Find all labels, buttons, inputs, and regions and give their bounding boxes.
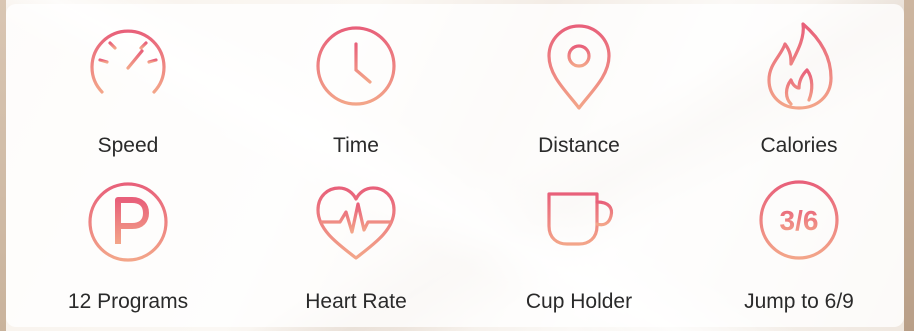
features-grid: Speed Time Distance Calories 12 Programs… xyxy=(16,12,904,322)
feature-label-time: Time xyxy=(333,134,379,157)
jump-badge-text: 3/6 xyxy=(780,205,819,236)
page: Speed Time Distance Calories 12 Programs… xyxy=(0,0,914,331)
feature-label-distance: Distance xyxy=(538,134,620,157)
feature-calories: Calories xyxy=(699,18,899,168)
feature-time: Time xyxy=(256,18,456,168)
feature-jump: 3/6 Jump to 6/9 xyxy=(699,174,899,324)
feature-label-programs: 12 Programs xyxy=(67,290,189,313)
feature-programs: 12 Programs xyxy=(28,174,228,324)
jump-badge-icon: 3/6 xyxy=(759,180,839,260)
clock-icon xyxy=(316,26,396,106)
speedometer-icon xyxy=(90,29,166,94)
cup-icon xyxy=(541,192,614,260)
feature-distance: Distance xyxy=(479,18,679,168)
feature-cup-holder: Cup Holder xyxy=(479,174,679,324)
feature-label-speed: Speed xyxy=(97,134,159,157)
feature-speed: Speed xyxy=(28,18,228,168)
right-edge xyxy=(904,0,914,331)
flame-icon xyxy=(767,22,833,110)
feature-label-jump: Jump to 6/9 xyxy=(744,290,854,313)
feature-heart-rate: Heart Rate xyxy=(256,174,456,324)
feature-label-heart-rate: Heart Rate xyxy=(305,290,407,313)
programs-p-icon xyxy=(88,182,168,262)
location-pin-icon xyxy=(547,24,611,110)
heart-rate-icon xyxy=(316,186,396,260)
feature-label-cup-holder: Cup Holder xyxy=(525,290,633,313)
feature-label-calories: Calories xyxy=(760,134,838,157)
